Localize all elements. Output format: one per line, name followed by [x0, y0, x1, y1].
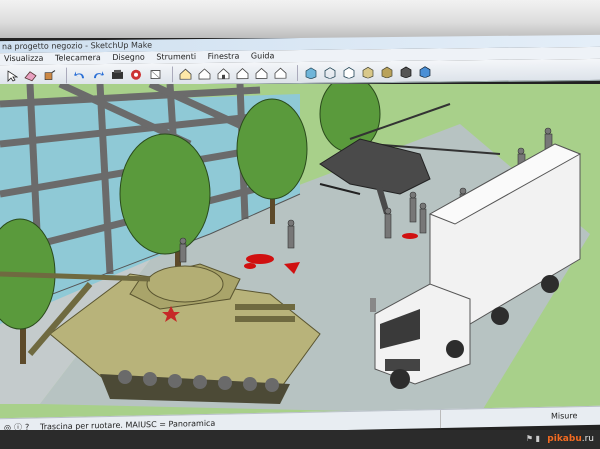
toolbar-separator: [172, 65, 173, 82]
measurements-box[interactable]: Misure: [440, 407, 580, 429]
textured-icon[interactable]: [379, 64, 394, 79]
scene-drawing: [0, 84, 600, 420]
watermark-brand: pikabu: [547, 434, 582, 444]
menu-guida[interactable]: Guida: [251, 50, 274, 62]
house-front-icon[interactable]: [216, 66, 231, 81]
undo-icon[interactable]: [72, 67, 87, 82]
menu-telecamera[interactable]: Telecamera: [55, 52, 101, 64]
os-taskbar: [0, 430, 600, 449]
watermark: pikabu.ru: [547, 434, 594, 444]
pan-icon[interactable]: [129, 67, 144, 82]
flag-icon[interactable]: ⚑: [526, 434, 533, 443]
rect-icon[interactable]: [148, 66, 163, 81]
house-back-icon[interactable]: [254, 65, 269, 80]
orbit-icon[interactable]: [110, 67, 125, 82]
house-iso-icon[interactable]: [178, 66, 193, 81]
hidden-line-icon[interactable]: [341, 64, 356, 79]
measurements-label: Misure: [551, 411, 578, 421]
wireframe-icon[interactable]: [322, 65, 337, 80]
system-tray: ⚑ ▮: [526, 434, 540, 443]
menu-visualizza[interactable]: Visualizza: [4, 53, 43, 65]
monochrome-icon[interactable]: [398, 64, 413, 79]
window-title: na progetto negozio - SketchUp Make: [2, 40, 153, 52]
redo-icon[interactable]: [91, 67, 106, 82]
screen: na progetto negozio - SketchUp Make Visu…: [0, 0, 600, 449]
paint-icon[interactable]: [42, 68, 57, 83]
menu-strumenti[interactable]: Strumenti: [156, 51, 196, 63]
shaded-icon[interactable]: [360, 64, 375, 79]
house-left-icon[interactable]: [273, 65, 288, 80]
house-right-icon[interactable]: [235, 66, 250, 81]
3d-viewport[interactable]: [0, 84, 600, 420]
menu-disegno[interactable]: Disegno: [112, 52, 145, 64]
eraser-icon[interactable]: [23, 68, 38, 83]
xray-icon[interactable]: [303, 65, 318, 80]
style-icon[interactable]: [417, 64, 432, 79]
select-icon[interactable]: [4, 68, 19, 83]
network-icon[interactable]: ▮: [536, 434, 540, 443]
menu-finestra[interactable]: Finestra: [208, 51, 240, 63]
monitor-bezel: [0, 0, 600, 38]
toolbar-separator: [297, 64, 298, 81]
toolbar-separator: [66, 66, 67, 83]
watermark-suffix: .ru: [581, 434, 594, 444]
house-top-icon[interactable]: [197, 66, 212, 81]
